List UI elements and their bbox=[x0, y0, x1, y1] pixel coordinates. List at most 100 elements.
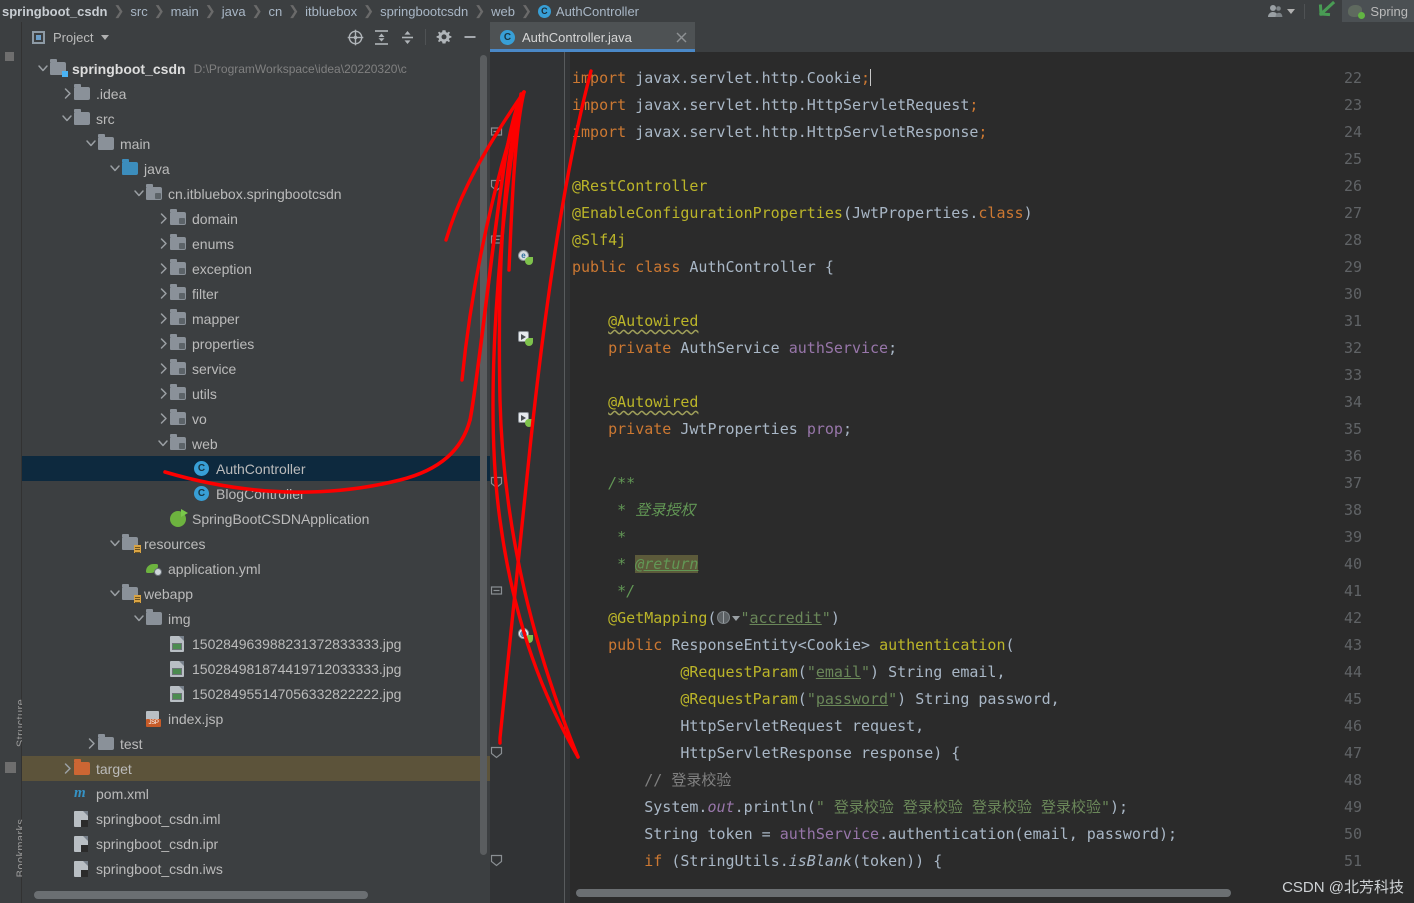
collapse-all-button[interactable] bbox=[395, 25, 419, 49]
fold-column[interactable] bbox=[558, 52, 572, 903]
breadcrumb-item-itbluebox[interactable]: itbluebox bbox=[305, 4, 357, 19]
tree-expand-toggle[interactable] bbox=[156, 306, 170, 331]
tree-node-src[interactable]: src bbox=[22, 106, 490, 131]
tree-node-150284981874419712033333-jpg[interactable]: 150284981874419712033333.jpg bbox=[22, 656, 490, 681]
settings-button[interactable] bbox=[432, 25, 456, 49]
tree-expand-toggle[interactable] bbox=[156, 356, 170, 381]
tree-node-index-jsp[interactable]: JSP index.jsp bbox=[22, 706, 490, 731]
breadcrumb-item-src[interactable]: src bbox=[130, 4, 147, 19]
tree-expand-toggle[interactable] bbox=[156, 281, 170, 306]
tree-expand-toggle[interactable] bbox=[156, 431, 170, 456]
tree-node-mapper[interactable]: mapper bbox=[22, 306, 490, 331]
tree-node-authcontroller[interactable]: C AuthController bbox=[22, 456, 490, 481]
tree-expand-toggle[interactable] bbox=[84, 731, 98, 756]
tree-node-properties[interactable]: properties bbox=[22, 331, 490, 356]
fold-region-start-icon[interactable] bbox=[490, 854, 503, 867]
editor-hscrollbar[interactable] bbox=[576, 889, 1231, 897]
fold-region-end-icon[interactable] bbox=[490, 584, 503, 597]
tree-node-utils[interactable]: utils bbox=[22, 381, 490, 406]
tree-node--idea[interactable]: .idea bbox=[22, 81, 490, 106]
package-icon bbox=[170, 284, 186, 300]
tree-node-webapp[interactable]: webapp bbox=[22, 581, 490, 606]
spring-autowired-gutter-icon[interactable] bbox=[518, 412, 544, 438]
tree-expand-toggle[interactable] bbox=[60, 756, 74, 781]
tree-node-filter[interactable]: filter bbox=[22, 281, 490, 306]
breadcrumb-item-springbootcsdn[interactable]: springbootcsdn bbox=[380, 4, 468, 19]
code-token: String bbox=[572, 825, 708, 843]
code-line: private AuthService authService; bbox=[572, 335, 897, 362]
tree-node-springboot-csdn-iml[interactable]: springboot_csdn.iml bbox=[22, 806, 490, 831]
tree-node-java[interactable]: java bbox=[22, 156, 490, 181]
tree-node-springboot-csdn-ipr[interactable]: springboot_csdn.ipr bbox=[22, 831, 490, 856]
chevron-down-icon[interactable] bbox=[101, 34, 110, 40]
expand-all-button[interactable] bbox=[369, 25, 393, 49]
project-tree-vscrollbar[interactable] bbox=[480, 55, 487, 855]
code-editor[interactable]: 22 23 24 25 26 27 28 29 30 31 32 33 34 35 36 37 38 39 40 41… bbox=[490, 52, 1414, 903]
tree-expand-toggle[interactable] bbox=[156, 381, 170, 406]
tree-expand-toggle[interactable] bbox=[60, 81, 74, 106]
project-tree-container[interactable]: springboot_csdn D:\ProgramWorkspace\idea\… bbox=[22, 52, 490, 903]
spring-mapping-gutter-icon[interactable]: ◉ bbox=[518, 628, 544, 654]
spring-autowired-gutter-icon[interactable] bbox=[518, 331, 544, 357]
tree-expand-toggle[interactable] bbox=[156, 256, 170, 281]
breadcrumb-item-java[interactable]: java bbox=[222, 4, 246, 19]
tree-node-cn-itbluebox-springbootcsdn[interactable]: cn.itbluebox.springbootcsdn bbox=[22, 181, 490, 206]
tree-node-web[interactable]: web bbox=[22, 431, 490, 456]
tree-node-main[interactable]: main bbox=[22, 131, 490, 156]
breadcrumb-item-springboot-csdn[interactable]: springboot_csdn bbox=[2, 4, 107, 19]
tree-expand-toggle[interactable] bbox=[156, 406, 170, 431]
green-check-button[interactable] bbox=[1308, 0, 1342, 22]
tree-node-blogcontroller[interactable]: C BlogController bbox=[22, 481, 490, 506]
tree-expand-toggle[interactable] bbox=[36, 56, 50, 81]
fold-region-start-icon[interactable] bbox=[490, 746, 503, 759]
tree-node-domain[interactable]: domain bbox=[22, 206, 490, 231]
resources-folder-icon bbox=[122, 534, 141, 553]
tree-node-springboot-csdn-iws[interactable]: springboot_csdn.iws bbox=[22, 856, 490, 881]
run-configuration-selector[interactable]: Spring bbox=[1342, 0, 1414, 22]
package-icon bbox=[170, 234, 186, 250]
project-tree-hscrollbar[interactable] bbox=[34, 891, 368, 899]
tree-expand-toggle[interactable] bbox=[108, 531, 122, 556]
tree-expand-toggle[interactable] bbox=[132, 181, 146, 206]
tree-node-img[interactable]: img bbox=[22, 606, 490, 631]
fold-region-end-icon[interactable] bbox=[490, 233, 503, 246]
tree-node-application-yml[interactable]: application.yml bbox=[22, 556, 490, 581]
web-endpoint-icon[interactable] bbox=[716, 611, 732, 626]
hide-panel-button[interactable] bbox=[458, 25, 482, 49]
tree-node-spacer bbox=[60, 831, 74, 856]
tree-node-vo[interactable]: vo bbox=[22, 406, 490, 431]
tree-node-springboot-csdn[interactable]: springboot_csdn D:\ProgramWorkspace\idea\… bbox=[22, 56, 490, 81]
editor-tab-authcontroller[interactable]: C AuthController.java bbox=[490, 22, 695, 52]
fold-region-start-icon[interactable] bbox=[490, 476, 503, 489]
tree-expand-toggle[interactable] bbox=[156, 206, 170, 231]
breadcrumb-item-cn[interactable]: cn bbox=[268, 4, 282, 19]
spring-bean-gutter-icon[interactable]: e bbox=[518, 250, 544, 276]
tree-node-springbootcsdnapplication[interactable]: SpringBootCSDNApplication bbox=[22, 506, 490, 531]
source-code[interactable]: import javax.servlet.http.Cookie; import … bbox=[572, 52, 1414, 903]
tree-node-pom-xml[interactable]: m pom.xml bbox=[22, 781, 490, 806]
fold-region-end-icon[interactable] bbox=[490, 125, 503, 138]
tree-expand-toggle[interactable] bbox=[132, 606, 146, 631]
tree-expand-toggle[interactable] bbox=[156, 231, 170, 256]
close-icon[interactable] bbox=[676, 32, 687, 43]
tree-node-resources[interactable]: resources bbox=[22, 531, 490, 556]
tree-expand-toggle[interactable] bbox=[60, 106, 74, 131]
chevron-down-icon[interactable] bbox=[731, 616, 740, 621]
tree-node-enums[interactable]: enums bbox=[22, 231, 490, 256]
tree-expand-toggle[interactable] bbox=[84, 131, 98, 156]
fold-region-start-icon[interactable] bbox=[490, 179, 503, 192]
locate-file-button[interactable] bbox=[343, 25, 367, 49]
tree-node-150284963988231372833333-jpg[interactable]: 150284963988231372833333.jpg bbox=[22, 631, 490, 656]
tree-node-150284955147056332822222-jpg[interactable]: 150284955147056332822222.jpg bbox=[22, 681, 490, 706]
breadcrumb-item-main[interactable]: main bbox=[171, 4, 199, 19]
user-account-button[interactable] bbox=[1262, 0, 1301, 22]
breadcrumb-item-authcontroller[interactable]: C AuthController bbox=[537, 4, 639, 19]
tree-node-service[interactable]: service bbox=[22, 356, 490, 381]
tree-node-exception[interactable]: exception bbox=[22, 256, 490, 281]
tree-expand-toggle[interactable] bbox=[156, 331, 170, 356]
tree-expand-toggle[interactable] bbox=[108, 156, 122, 181]
tree-node-test[interactable]: test bbox=[22, 731, 490, 756]
tree-node-target[interactable]: target bbox=[22, 756, 490, 781]
tree-expand-toggle[interactable] bbox=[108, 581, 122, 606]
breadcrumb-item-web[interactable]: web bbox=[491, 4, 515, 19]
